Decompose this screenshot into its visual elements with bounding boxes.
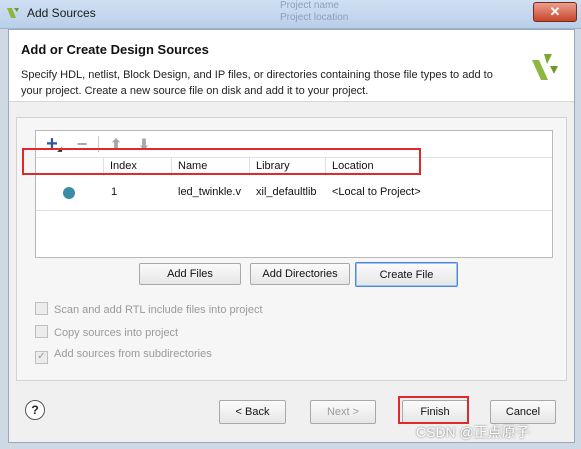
source-status-icon bbox=[63, 187, 75, 199]
wizard-header: Add or Create Design Sources Specify HDL… bbox=[9, 30, 574, 102]
table-row[interactable]: 1 led_twinkle.v xil_defaultlib <Local to… bbox=[36, 176, 552, 211]
option-label: Scan and add RTL include files into proj… bbox=[54, 304, 263, 316]
checkbox[interactable] bbox=[35, 325, 48, 338]
page-title: Add or Create Design Sources bbox=[21, 42, 209, 57]
watermark: CSDN @正点原子 bbox=[416, 424, 530, 440]
vivado-logo-icon bbox=[532, 54, 558, 80]
option-label: Add sources from subdirectories bbox=[54, 348, 212, 360]
cancel-button[interactable]: Cancel bbox=[490, 400, 556, 424]
option-copy-sources[interactable]: Copy sources into project bbox=[35, 325, 178, 339]
window-title: Add Sources bbox=[27, 6, 96, 20]
vivado-app-icon bbox=[7, 8, 19, 18]
next-button: Next > bbox=[310, 400, 376, 424]
background-text: Project location bbox=[280, 12, 349, 23]
option-label: Copy sources into project bbox=[54, 327, 179, 339]
cell-location: <Local to Project> bbox=[332, 186, 421, 198]
add-files-button[interactable]: Add Files bbox=[139, 263, 241, 285]
dialog-body: Add or Create Design Sources Specify HDL… bbox=[8, 29, 575, 443]
close-button[interactable]: ✕ bbox=[533, 2, 577, 22]
page-description: Specify HDL, netlist, Block Design, and … bbox=[21, 69, 493, 97]
cell-library: xil_defaultlib bbox=[256, 186, 317, 198]
option-add-subdirectories[interactable]: ✓ Add sources from subdirectories bbox=[35, 348, 212, 364]
checkbox[interactable] bbox=[35, 302, 48, 315]
highlight-annotation bbox=[22, 148, 421, 175]
checkmark-icon[interactable]: ✓ bbox=[35, 351, 48, 364]
back-button[interactable]: < Back bbox=[219, 400, 286, 424]
highlight-annotation bbox=[398, 396, 469, 424]
help-button[interactable]: ? bbox=[25, 400, 45, 420]
option-scan-rtl[interactable]: Scan and add RTL include files into proj… bbox=[35, 302, 263, 316]
cell-index: 1 bbox=[111, 186, 118, 198]
add-directories-button[interactable]: Add Directories bbox=[250, 263, 350, 285]
cell-name: led_twinkle.v bbox=[178, 186, 241, 198]
title-bar: Add Sources Project name Project locatio… bbox=[0, 0, 581, 29]
background-text: Project name bbox=[280, 0, 339, 11]
create-file-button[interactable]: Create File bbox=[355, 262, 458, 287]
